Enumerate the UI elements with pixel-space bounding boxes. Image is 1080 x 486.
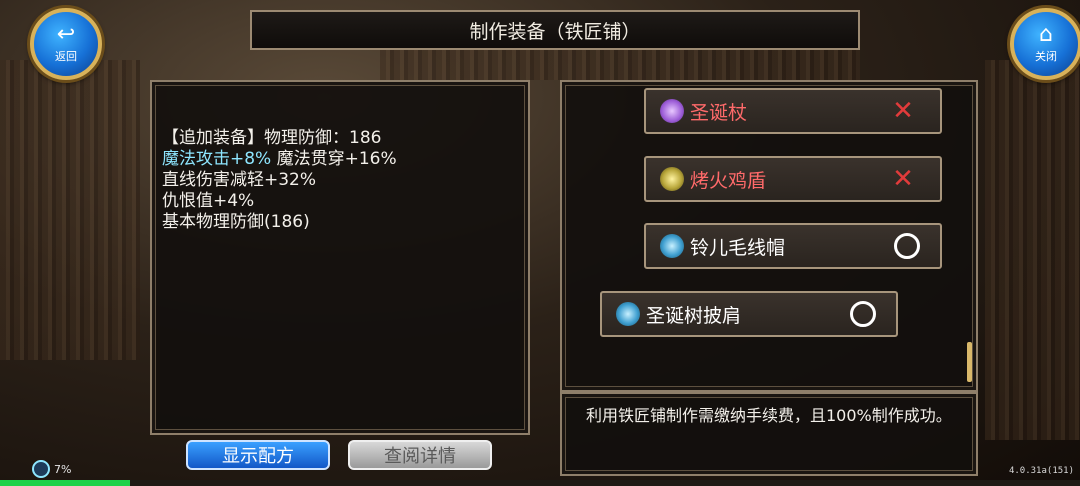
progress-ring-icon — [32, 460, 50, 478]
back-button-label: 返回 — [55, 50, 77, 63]
show-recipe-button[interactable]: 显示配方 — [186, 440, 330, 470]
recipe-item-label: 圣诞树披肩 — [646, 304, 742, 327]
close-button[interactable]: ⌂ 关闭 — [1010, 8, 1080, 80]
item-details-panel: 【追加装备】物理防御：186 魔法攻击+8% 魔法贯穿+16% 直线伤害减轻+32%… — [150, 80, 530, 435]
background-bookshelf-right — [985, 60, 1080, 440]
stat-line-magic: 魔法攻击+8% 魔法贯穿+16% — [162, 149, 397, 170]
bottom-progress-fill — [0, 480, 130, 486]
stat-line-aggro: 仇恨值+4% — [162, 191, 255, 211]
recipe-item-label: 烤火鸡盾 — [690, 169, 767, 192]
hat-icon — [660, 234, 684, 258]
item-stats: 【追加装备】物理防御：186 魔法攻击+8% 魔法贯穿+16% 直线伤害减轻+32%… — [162, 128, 397, 233]
fee-notice-text: 利用铁匠铺制作需缴纳手续费，且100%制作成功。 — [586, 406, 952, 425]
version-label: 4.0.31a(151) — [1008, 466, 1074, 476]
window-title-bar: 制作装备（铁匠铺） — [250, 10, 860, 50]
stat-magic-pierce: 魔法贯穿+16% — [271, 149, 397, 169]
stat-line-damage-reduction: 直线伤害减轻+32% — [162, 170, 317, 190]
available-circle-icon — [894, 233, 920, 259]
stat-magic-attack: 魔法攻击+8% — [162, 149, 272, 169]
info-panel: 利用铁匠铺制作需缴纳手续费，且100%制作成功。 — [560, 392, 978, 476]
stat-line-extra-equip: 【追加装备】物理防御：186 — [162, 128, 382, 148]
back-button[interactable]: ↩ 返回 — [30, 8, 102, 80]
recipe-list-panel: 圣诞杖 ✕ 烤火鸡盾 ✕ 铃儿毛线帽 圣诞树披肩 — [560, 80, 978, 392]
recipe-item-label: 铃儿毛线帽 — [690, 236, 786, 259]
background-bookshelf-left — [0, 60, 140, 360]
home-icon: ⌂ — [1039, 22, 1053, 47]
bottom-progress-bar — [0, 480, 1080, 486]
recipe-item-bell-hat[interactable]: 铃儿毛线帽 — [644, 223, 942, 269]
recipe-item-tree-cape[interactable]: 圣诞树披肩 — [600, 291, 898, 337]
cape-icon — [616, 302, 640, 326]
available-circle-icon — [850, 301, 876, 327]
unavailable-x-icon: ✕ — [892, 96, 914, 126]
status-percent: 7% — [54, 462, 72, 476]
back-arrow-icon: ↩ — [56, 22, 76, 47]
stat-line-base-defense: 基本物理防御(186) — [162, 212, 310, 232]
staff-icon — [660, 99, 684, 123]
list-scrollbar[interactable] — [967, 342, 972, 382]
unavailable-x-icon: ✕ — [892, 164, 914, 194]
recipe-item-christmas-staff[interactable]: 圣诞杖 ✕ — [644, 88, 942, 134]
page-title: 制作装备（铁匠铺） — [469, 20, 641, 43]
recipe-item-label: 圣诞杖 — [690, 101, 748, 124]
status-indicator: 7% — [32, 460, 71, 478]
close-button-label: 关闭 — [1035, 50, 1057, 63]
shield-icon — [660, 167, 684, 191]
recipe-item-turkey-shield[interactable]: 烤火鸡盾 ✕ — [644, 156, 942, 202]
view-details-button[interactable]: 查阅详情 — [348, 440, 492, 470]
